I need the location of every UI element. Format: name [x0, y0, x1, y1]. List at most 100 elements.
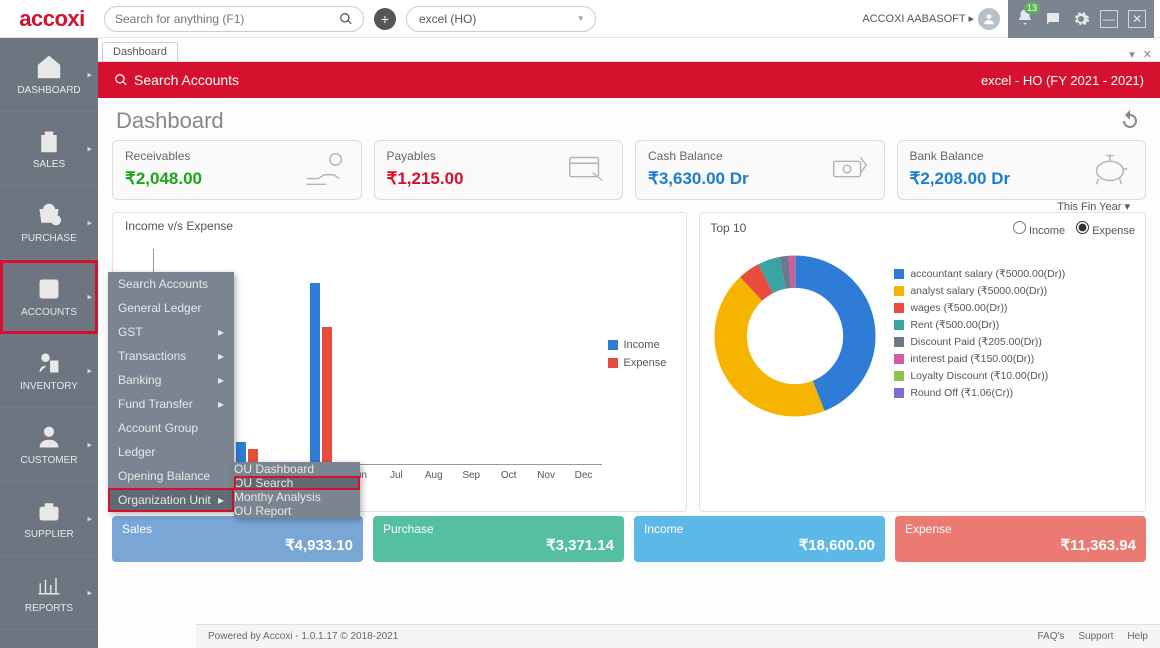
brand-logo: accoxi [6, 6, 98, 32]
top10-panel: Top 10 Income Expense accountant salary … [699, 212, 1146, 512]
tab-dropdown-icon[interactable]: ▾ [1129, 48, 1135, 61]
nav-label: DASHBOARD [17, 85, 80, 96]
nav-label: SALES [33, 159, 65, 170]
chevron-right-icon: ▸ [87, 365, 92, 376]
chevron-right-icon: ▸ [87, 587, 92, 598]
context-search[interactable]: Search Accounts [134, 72, 239, 88]
total-expense[interactable]: Expense₹11,363.94 [895, 516, 1146, 562]
chevron-down-icon: ▾ [578, 13, 583, 24]
bar [236, 442, 246, 465]
nav-label: ACCOUNTS [21, 307, 77, 318]
search-input[interactable] [115, 12, 339, 26]
card-bank[interactable]: Bank Balance ₹2,208.00 Dr [897, 140, 1147, 200]
summary-cards: Receivables ₹2,048.00 Payables ₹1,215.00… [98, 140, 1160, 200]
footer-link[interactable]: Support [1078, 631, 1113, 642]
chevron-right-icon: ▸ [87, 69, 92, 80]
footer-link[interactable]: Help [1127, 631, 1148, 642]
card-cash[interactable]: Cash Balance ₹3,630.00 Dr [635, 140, 885, 200]
radio-income[interactable]: Income [1013, 225, 1065, 237]
nav-label: REPORTS [25, 603, 73, 614]
gear-icon[interactable] [1072, 10, 1090, 28]
legend-item: interest paid (₹150.00(Dr)) [894, 353, 1065, 365]
total-income[interactable]: Income₹18,600.00 [634, 516, 885, 562]
legend-item: accountant salary (₹5000.00(Dr)) [894, 268, 1065, 280]
menu-item[interactable]: Organization Unit▸ [108, 488, 234, 512]
legend-item: Loyalty Discount (₹10.00(Dr)) [894, 370, 1065, 382]
nav-inventory[interactable]: INVENTORY ▸ [0, 334, 98, 408]
submenu-item[interactable]: OU Search [234, 476, 360, 490]
nav-purchase[interactable]: PURCHASE ▸ [0, 186, 98, 260]
tab-close-icon[interactable]: ✕ [1143, 48, 1152, 61]
nav-dashboard[interactable]: DASHBOARD ▸ [0, 38, 98, 112]
sidebar: DASHBOARD▸SALES▸PURCHASE▸ACCOUNTS▸INVENT… [0, 38, 98, 648]
chevron-right-icon: ▸ [87, 217, 92, 228]
menu-item[interactable]: Fund Transfer▸ [108, 392, 234, 416]
window-controls: 13 — ✕ [1008, 0, 1154, 38]
chart-legend: Income Expense [608, 339, 667, 375]
card-receivables[interactable]: Receivables ₹2,048.00 [112, 140, 362, 200]
chevron-down-icon: ▾ [1124, 201, 1130, 213]
org-selector-label: excel (HO) [419, 12, 476, 26]
nav-label: INVENTORY [20, 381, 78, 392]
footer-link[interactable]: FAQ's [1037, 631, 1064, 642]
period-selector[interactable]: This Fin Year ▾ [1045, 196, 1142, 217]
main: Dashboard ▾ ✕ Search Accounts excel - HO… [98, 38, 1160, 648]
notification-badge: 13 [1024, 2, 1040, 14]
page-title: Dashboard [116, 108, 224, 134]
menu-item[interactable]: Ledger [108, 440, 234, 464]
legend-item: Discount Paid (₹205.00(Dr)) [894, 336, 1065, 348]
chat-icon[interactable] [1044, 10, 1062, 28]
quick-add-button[interactable]: + [374, 8, 396, 30]
close-button[interactable]: ✕ [1128, 10, 1146, 28]
submenu-item[interactable]: OU Report [234, 504, 360, 518]
donut-chart [710, 251, 880, 421]
avatar [978, 8, 1000, 30]
nav-accounts[interactable]: ACCOUNTS▸ [0, 260, 98, 334]
global-search[interactable] [104, 6, 364, 32]
org-unit-submenu: OU DashboardOU SearchMonthy AnalysisOU R… [234, 462, 360, 518]
menu-item[interactable]: Account Group [108, 416, 234, 440]
totals-row: Sales₹4,933.10 Purchase₹3,371.14 Income₹… [98, 516, 1160, 562]
menu-item[interactable]: General Ledger [108, 296, 234, 320]
total-purchase[interactable]: Purchase₹3,371.14 [373, 516, 624, 562]
card-payables[interactable]: Payables ₹1,215.00 [374, 140, 624, 200]
tabbar: Dashboard ▾ ✕ [98, 38, 1160, 62]
nav-icon [35, 53, 63, 81]
chevron-right-icon: ▸ [87, 143, 92, 154]
topbar: accoxi + excel (HO) ▾ ACCOXI AABASOFT ▸ … [0, 0, 1160, 38]
card-value: ₹3,630.00 Dr [648, 169, 826, 189]
chevron-right-icon: ▸ [218, 373, 224, 387]
submenu-item[interactable]: Monthy Analysis [234, 490, 360, 504]
nav-reports[interactable]: REPORTS ▸ [0, 556, 98, 630]
tab-dashboard[interactable]: Dashboard [102, 42, 178, 61]
card-value: ₹2,048.00 [125, 169, 303, 189]
refresh-icon[interactable] [1118, 109, 1142, 133]
nav-icon [35, 201, 63, 229]
legend-item: Round Off (₹1.06(Cr)) [894, 387, 1065, 399]
bell-icon[interactable]: 13 [1016, 8, 1034, 29]
user-label: ACCOXI AABASOFT ▸ [862, 12, 974, 25]
nav-customer[interactable]: CUSTOMER▸ [0, 408, 98, 482]
minimize-button[interactable]: — [1100, 10, 1118, 28]
user-area[interactable]: ACCOXI AABASOFT ▸ [862, 8, 1000, 30]
submenu-item[interactable]: OU Dashboard [234, 462, 360, 476]
context-fy: excel - HO (FY 2021 - 2021) [981, 73, 1144, 88]
nav-icon [35, 423, 63, 451]
chevron-right-icon: ▸ [218, 349, 224, 363]
nav-label: PURCHASE [21, 233, 77, 244]
card-label: Bank Balance [910, 149, 1088, 163]
chevron-right-icon: ▸ [218, 397, 224, 411]
menu-item[interactable]: Transactions▸ [108, 344, 234, 368]
nav-sales[interactable]: SALES ▸ [0, 112, 98, 186]
nav-label: SUPPLIER [24, 529, 73, 540]
menu-item[interactable]: Search Accounts [108, 272, 234, 296]
menu-item[interactable]: Banking▸ [108, 368, 234, 392]
card-value: ₹2,208.00 Dr [910, 169, 1088, 189]
menu-item[interactable]: Opening Balance [108, 464, 234, 488]
org-selector[interactable]: excel (HO) ▾ [406, 6, 596, 32]
accounts-menu: Search AccountsGeneral LedgerGST▸Transac… [108, 272, 234, 512]
total-sales[interactable]: Sales₹4,933.10 [112, 516, 363, 562]
nav-supplier[interactable]: SUPPLIER▸ [0, 482, 98, 556]
menu-item[interactable]: GST▸ [108, 320, 234, 344]
radio-expense[interactable]: Expense [1076, 225, 1135, 237]
